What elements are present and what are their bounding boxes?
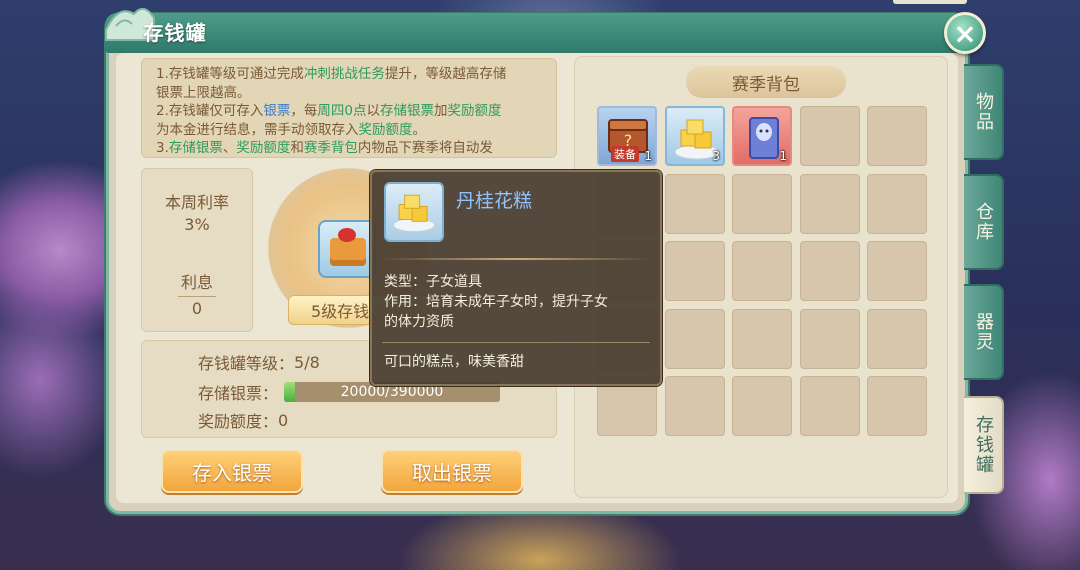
withdraw-button[interactable]: 取出银票 — [381, 449, 523, 493]
piggy-bank-cake-icon — [318, 220, 376, 278]
note-highlight: 赛季背包 — [303, 140, 358, 156]
bag-slot-empty[interactable] — [665, 174, 725, 234]
top-edge-tab — [893, 0, 967, 4]
weekly-rate-panel: 本周利率 3% 利息 0 — [141, 168, 253, 332]
tab-items[interactable]: 物品 — [964, 64, 1004, 160]
item-count: 1 — [779, 149, 787, 163]
info-note: 1.存钱罐等级可通过完成冲刺挑战任务提升，等级越高存储 银票上限越高。 2.存钱… — [141, 58, 557, 158]
bag-slot-empty[interactable] — [867, 174, 927, 234]
berry-shape — [338, 228, 356, 242]
tab-warehouse[interactable]: 仓库 — [964, 174, 1004, 270]
bag-slot-item[interactable]: 3 — [665, 106, 725, 166]
note-highlight: 奖励额度 — [447, 103, 502, 119]
bag-slot-empty[interactable] — [665, 241, 725, 301]
note-line-5: 3.存储银票、奖励额度和赛季背包内物品下赛季将自动发 — [156, 139, 542, 158]
note-highlight: 周四0点 — [317, 103, 367, 119]
note-text: 1.存钱罐等级可通过完成 — [156, 66, 304, 82]
equipment-tag: 装备 — [611, 146, 639, 162]
bag-slot-empty[interactable] — [800, 309, 860, 369]
item-count: 1 — [644, 149, 652, 163]
tooltip-description: 可口的糕点，味美香甜 — [384, 354, 524, 370]
bag-slot-empty[interactable] — [800, 376, 860, 436]
item-count: 3 — [712, 149, 720, 163]
item-tooltip: 丹桂花糕 类型：子女道具 作用：培育未成年子女时，提升子女 的体力资质 可口的糕… — [370, 170, 662, 386]
tooltip-divider — [382, 342, 650, 343]
tooltip-item-icon — [384, 182, 444, 242]
bag-slot-empty[interactable] — [867, 106, 927, 166]
note-line-1: 1.存钱罐等级可通过完成冲刺挑战任务提升，等级越高存储 — [156, 65, 542, 84]
note-text: 、 — [222, 140, 237, 156]
tooltip-effect-2: 的体力资质 — [384, 314, 454, 330]
tab-piggy-bank[interactable]: 存钱罐 — [964, 396, 1004, 494]
level-label: 存钱罐等级： — [198, 354, 295, 373]
bag-slot-empty[interactable] — [732, 174, 792, 234]
note-highlight: 存储银票 — [379, 103, 434, 119]
interest-label: 利息 — [142, 269, 252, 297]
season-bag-title: 赛季背包 — [686, 66, 846, 98]
bag-slot-item[interactable]: ? 装备 1 — [597, 106, 657, 166]
reward-value: 0 — [278, 410, 289, 430]
note-text: 提升，等级越高存储 — [384, 66, 507, 82]
stored-label: 存储银票： — [198, 384, 279, 403]
bag-slot-empty[interactable] — [867, 309, 927, 369]
bag-slot-empty[interactable] — [867, 376, 927, 436]
note-text: 为本金进行结息，需手动领取存入 — [156, 121, 359, 138]
note-text: 加 — [433, 103, 448, 119]
interest-value: 0 — [191, 299, 203, 318]
reward-row: 奖励额度： 0 — [198, 409, 289, 432]
tooltip-effect-1: 作用：培育未成年子女时，提升子女 — [384, 294, 608, 310]
tooltip-type: 类型：子女道具 — [384, 274, 482, 290]
tooltip-divider — [382, 258, 650, 260]
level-row: 存钱罐等级： 5/8 — [198, 351, 320, 374]
note-text: 以 — [366, 103, 380, 119]
note-line-2: 银票上限越高。 — [156, 84, 251, 101]
close-button[interactable]: × — [944, 12, 986, 54]
stored-row: 存储银票： — [198, 381, 278, 403]
level-value: 5/8 — [294, 352, 320, 372]
bag-slot-empty[interactable] — [732, 376, 792, 436]
weekly-rate-label: 本周利率 — [164, 193, 229, 212]
bag-slot-empty[interactable] — [732, 241, 792, 301]
bag-slot-item[interactable]: 1 — [732, 106, 792, 166]
note-highlight: 奖励额度 — [358, 121, 413, 138]
window-title: 存钱罐 — [143, 20, 207, 45]
bag-slot-empty[interactable] — [732, 309, 792, 369]
deposit-button[interactable]: 存入银票 — [161, 449, 303, 493]
osmanthus-cake-icon — [393, 194, 435, 233]
cake-shape — [330, 238, 366, 266]
note-text: 2.存钱罐仅可存入 — [156, 103, 264, 119]
note-highlight: 奖励额度 — [236, 140, 291, 156]
note-text: ，每 — [290, 103, 318, 119]
bag-slot-empty[interactable] — [800, 106, 860, 166]
note-text: 3. — [156, 140, 169, 156]
note-highlight: 冲刺挑战任务 — [303, 66, 385, 82]
bag-slot-empty[interactable] — [867, 241, 927, 301]
note-line-4: 为本金进行结息，需手动领取存入奖励额度。 — [156, 121, 542, 140]
note-highlight: 银票 — [263, 103, 291, 119]
note-text: 内物品下赛季将自动发 — [357, 140, 493, 156]
note-line-3: 2.存钱罐仅可存入银票，每周四0点以存储银票加奖励额度 — [156, 102, 542, 121]
note-highlight: 存储银票 — [168, 140, 223, 156]
close-icon: × — [953, 16, 977, 50]
reward-label: 奖励额度： — [198, 412, 279, 431]
bag-slot-empty[interactable] — [800, 241, 860, 301]
tooltip-item-name: 丹桂花糕 — [456, 190, 533, 212]
weekly-rate-value: 3% — [184, 215, 210, 234]
title-bar — [105, 13, 965, 53]
tab-artifact-spirit[interactable]: 器灵 — [964, 284, 1004, 380]
note-text: 和 — [290, 140, 304, 156]
note-text: 。 — [412, 121, 427, 138]
bag-slot-empty[interactable] — [665, 309, 725, 369]
bag-slot-empty[interactable] — [800, 174, 860, 234]
bag-slot-empty[interactable] — [665, 376, 725, 436]
